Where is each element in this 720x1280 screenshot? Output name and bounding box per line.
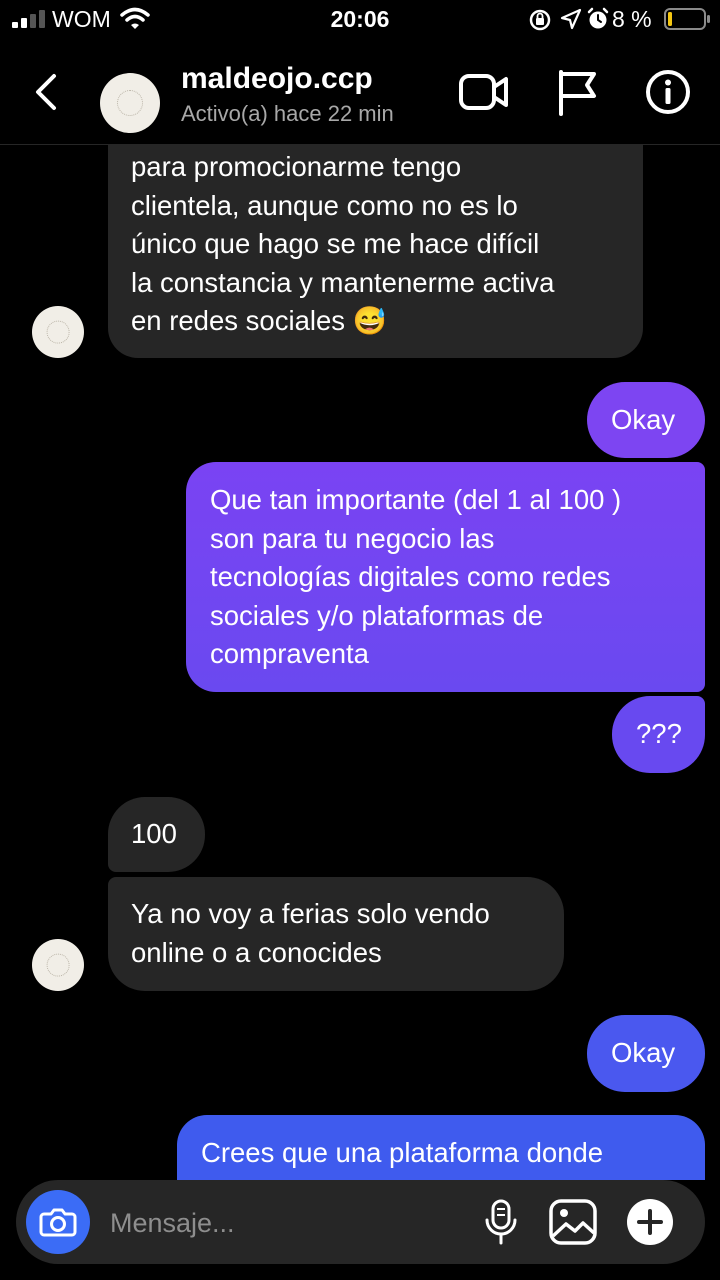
- report-flag-icon[interactable]: [554, 68, 600, 116]
- microphone-icon[interactable]: [484, 1198, 518, 1246]
- info-icon[interactable]: [644, 68, 692, 116]
- battery-icon: [664, 8, 710, 30]
- video-call-icon[interactable]: [458, 70, 510, 114]
- message-bubble-outgoing[interactable]: Crees que una plataforma donde: [177, 1115, 705, 1180]
- chat-header: maldeojo.ccp Activo(a) hace 22 min: [0, 40, 720, 145]
- message-thread[interactable]: para promocionarme tengo clientela, aunq…: [0, 145, 720, 1180]
- gallery-icon[interactable]: [548, 1198, 598, 1246]
- rotation-lock-icon: [529, 9, 551, 31]
- message-bubble-outgoing[interactable]: Que tan importante (del 1 al 100 ) son p…: [186, 462, 705, 692]
- message-bubble-incoming[interactable]: Ya no voy a ferias solo vendo online o a…: [108, 877, 564, 991]
- contact-activity-status: Activo(a) hace 22 min: [181, 101, 394, 126]
- status-bar: WOM 20:06 8 %: [0, 0, 720, 40]
- sender-avatar[interactable]: [32, 306, 84, 358]
- contact-avatar[interactable]: [100, 73, 160, 133]
- sender-avatar[interactable]: [32, 939, 84, 991]
- message-bubble-outgoing[interactable]: ???: [612, 696, 705, 773]
- add-plus-icon[interactable]: [626, 1198, 674, 1246]
- camera-icon: [39, 1208, 77, 1237]
- message-bubble-outgoing[interactable]: Okay: [587, 1015, 705, 1092]
- message-bubble-incoming[interactable]: para promocionarme tengo clientela, aunq…: [108, 145, 643, 358]
- location-arrow-icon: [560, 8, 582, 30]
- battery-percentage: 8 %: [612, 6, 652, 32]
- back-arrow-icon[interactable]: [28, 70, 64, 114]
- alarm-clock-icon: [587, 7, 609, 29]
- message-input[interactable]: [108, 1200, 472, 1246]
- message-composer: [16, 1180, 705, 1264]
- message-bubble-outgoing[interactable]: Okay: [587, 382, 705, 458]
- contact-name[interactable]: maldeojo.ccp: [181, 62, 373, 96]
- camera-button[interactable]: [26, 1190, 90, 1254]
- message-bubble-incoming[interactable]: 100: [108, 797, 205, 872]
